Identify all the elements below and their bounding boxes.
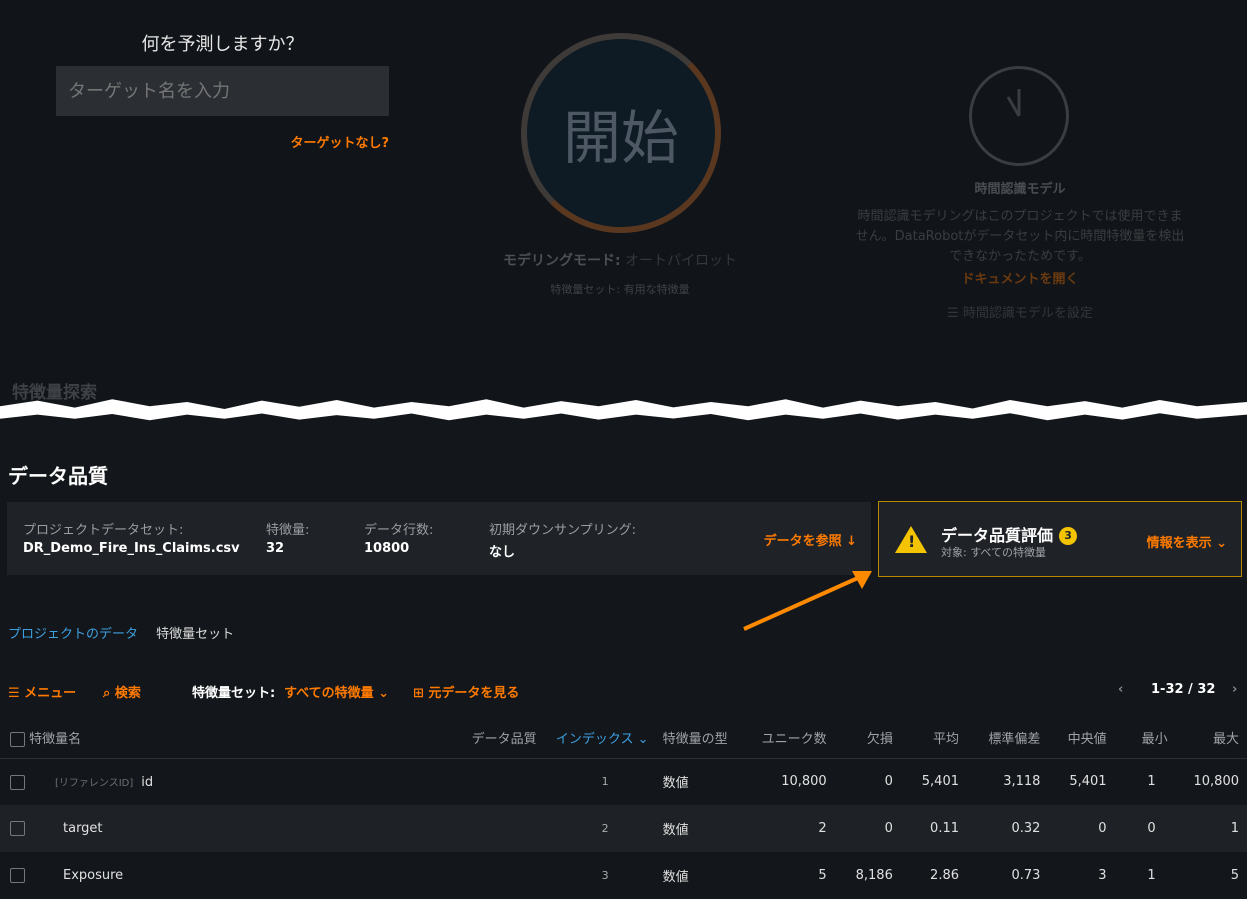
median-cell: 5,401 bbox=[1069, 774, 1107, 790]
menu-button[interactable]: ☰ メニュー bbox=[8, 682, 76, 701]
header-mean[interactable]: 平均 bbox=[900, 718, 967, 759]
feature-name[interactable]: id bbox=[141, 775, 153, 790]
std-cell: 0.32 bbox=[967, 805, 1049, 852]
missing-cell: 0 bbox=[884, 774, 893, 790]
std-cell: 3,118 bbox=[1003, 774, 1041, 790]
start-button[interactable]: 開始 bbox=[521, 33, 721, 233]
max-cell: 10,800 bbox=[1193, 774, 1240, 790]
max-cell: 5 bbox=[1230, 868, 1239, 883]
view-raw-data-button[interactable]: ⊞ 元データを見る bbox=[413, 682, 519, 701]
header-data-quality[interactable]: データ品質 bbox=[447, 718, 545, 759]
row-checkbox[interactable] bbox=[10, 868, 25, 883]
min-cell: 1 bbox=[1147, 868, 1156, 883]
reference-id-tag: [リファレンスID] bbox=[55, 777, 134, 789]
issue-count-badge: 3 bbox=[1059, 527, 1078, 545]
type-cell: 数値 bbox=[662, 870, 689, 885]
mode-label: モデリングモード: bbox=[502, 253, 621, 269]
max-cell: 1 bbox=[1175, 805, 1247, 852]
feature-name[interactable]: Exposure bbox=[63, 868, 123, 883]
modeling-mode[interactable]: モデリングモード: オートパイロット bbox=[440, 250, 800, 270]
prev-page-icon[interactable]: ‹ bbox=[1118, 682, 1123, 697]
index-cell: 1 bbox=[601, 775, 609, 789]
data-quality-cell bbox=[448, 852, 545, 899]
unique-cell: 2 bbox=[748, 805, 835, 852]
min-cell: 0 bbox=[1114, 805, 1176, 852]
header-feature-name[interactable]: 特徴量名 bbox=[0, 718, 448, 759]
type-cell: 数値 bbox=[662, 776, 689, 792]
header-std[interactable]: 標準偏差 bbox=[967, 718, 1049, 759]
tab-feature-sets[interactable]: 特徴量セット bbox=[156, 627, 234, 642]
mode-value[interactable]: オートパイロット bbox=[625, 253, 737, 269]
target-question: 何を予測しますか？ bbox=[141, 34, 304, 55]
header-min[interactable]: 最小 bbox=[1114, 718, 1176, 759]
downsampling-label: 初期ダウンサンプリング: bbox=[489, 523, 636, 538]
mean-cell: 2.86 bbox=[930, 868, 959, 883]
warning-icon: ! bbox=[895, 526, 927, 553]
feature-explore-heading: 特徴量探索 bbox=[12, 383, 97, 403]
median-cell: 3 bbox=[1098, 868, 1107, 883]
std-cell: 0.73 bbox=[1011, 868, 1041, 883]
time-model-description: 時間認識モデリングはこのプロジェクトでは使用できません。DataRobotがデー… bbox=[855, 209, 1185, 264]
row-checkbox[interactable] bbox=[10, 821, 25, 836]
features-label: 特徴量: bbox=[266, 523, 310, 538]
mean-cell: 0.11 bbox=[900, 805, 967, 852]
data-quality-cell bbox=[448, 758, 545, 805]
dataset-label: プロジェクトデータセット: bbox=[23, 523, 184, 538]
header-median[interactable]: 中央値 bbox=[1048, 718, 1115, 759]
index-cell: 3 bbox=[601, 869, 609, 882]
feature-set-info: 特徴量セット: 有用な特徴量 bbox=[550, 283, 690, 296]
table-row[interactable]: target 2 数値 2 0 0.11 0.32 0 0 1 bbox=[0, 805, 1247, 852]
tab-bar: プロジェクトのデータ 特徴量セット bbox=[8, 623, 248, 642]
next-page-icon[interactable]: › bbox=[1232, 682, 1237, 697]
features-value: 32 bbox=[266, 541, 285, 556]
missing-cell: 0 bbox=[834, 805, 901, 852]
header-missing[interactable]: 欠損 bbox=[834, 718, 901, 759]
header-index[interactable]: インデックス ⌄ bbox=[544, 718, 657, 759]
target-input[interactable] bbox=[56, 66, 389, 116]
feature-set-dropdown[interactable]: すべての特徴量 ⌄ bbox=[284, 682, 389, 701]
header-type[interactable]: 特徴量の型 bbox=[656, 718, 749, 759]
feature-table: 特徴量名 データ品質 インデックス ⌄ 特徴量の型 ユニーク数 欠損 平均 標準… bbox=[0, 718, 1247, 899]
feature-name[interactable]: target bbox=[63, 821, 103, 836]
header-unique[interactable]: ユニーク数 bbox=[748, 718, 835, 759]
feature-set-label: 特徴量セット: bbox=[192, 686, 276, 701]
assessment-title: データ品質評価 bbox=[941, 526, 1054, 545]
tab-project-data[interactable]: プロジェクトのデータ bbox=[8, 627, 138, 642]
index-cell: 2 bbox=[544, 805, 657, 852]
missing-cell: 8,186 bbox=[855, 868, 893, 883]
grid-icon: ⊞ bbox=[413, 686, 429, 701]
median-cell: 0 bbox=[1048, 805, 1115, 852]
table-row[interactable]: [リファレンスID] id 1 数値 10,800 0 5,401 3,118 5,401 1 10… bbox=[0, 758, 1247, 805]
min-cell: 1 bbox=[1147, 774, 1156, 790]
assessment-subtitle: 対象: すべての特徴量 bbox=[941, 546, 1046, 559]
row-checkbox[interactable] bbox=[10, 774, 25, 790]
unique-cell: 10,800 bbox=[781, 774, 827, 790]
downsampling-value: なし bbox=[489, 545, 516, 560]
dataset-value: DR_Demo_Fire_Ins_Claims.csv bbox=[23, 541, 240, 556]
no-target-link[interactable]: ターゲットなし? bbox=[56, 132, 389, 151]
data-quality-assessment[interactable]: ! データ品質評価 3 対象: すべての特徴量 情報を表示 ⌄ bbox=[878, 501, 1242, 577]
type-cell: 数値 bbox=[656, 805, 749, 852]
search-icon: ⌕ bbox=[103, 686, 115, 701]
rows-label: データ行数: bbox=[364, 523, 434, 538]
browse-data-link[interactable]: データを参照 ↓ bbox=[764, 530, 857, 549]
header-max[interactable]: 最大 bbox=[1175, 718, 1247, 759]
annotation-arrow-icon bbox=[743, 571, 872, 631]
table-row[interactable]: Exposure 3 数値 5 8,186 2.86 0.73 3 1 5 bbox=[0, 852, 1247, 899]
show-info-button[interactable]: 情報を表示 ⌄ bbox=[1147, 532, 1227, 551]
data-quality-heading: データ品質 bbox=[8, 464, 108, 488]
open-docs-link[interactable]: ドキュメントを開く bbox=[860, 268, 1180, 287]
pagination: 1-32 / 32 bbox=[1151, 682, 1216, 697]
time-model-title: 時間認識モデル bbox=[974, 182, 1066, 197]
setup-time-model-button[interactable]: ☰ 時間認識モデルを設定 bbox=[860, 302, 1180, 321]
search-button[interactable]: ⌕ 検索 bbox=[103, 682, 141, 701]
data-quality-cell bbox=[447, 805, 545, 852]
clock-icon bbox=[969, 66, 1069, 166]
unique-cell: 5 bbox=[818, 868, 827, 883]
rows-value: 10800 bbox=[364, 541, 410, 556]
mean-cell: 5,401 bbox=[921, 774, 959, 790]
select-all-checkbox[interactable] bbox=[10, 732, 25, 748]
